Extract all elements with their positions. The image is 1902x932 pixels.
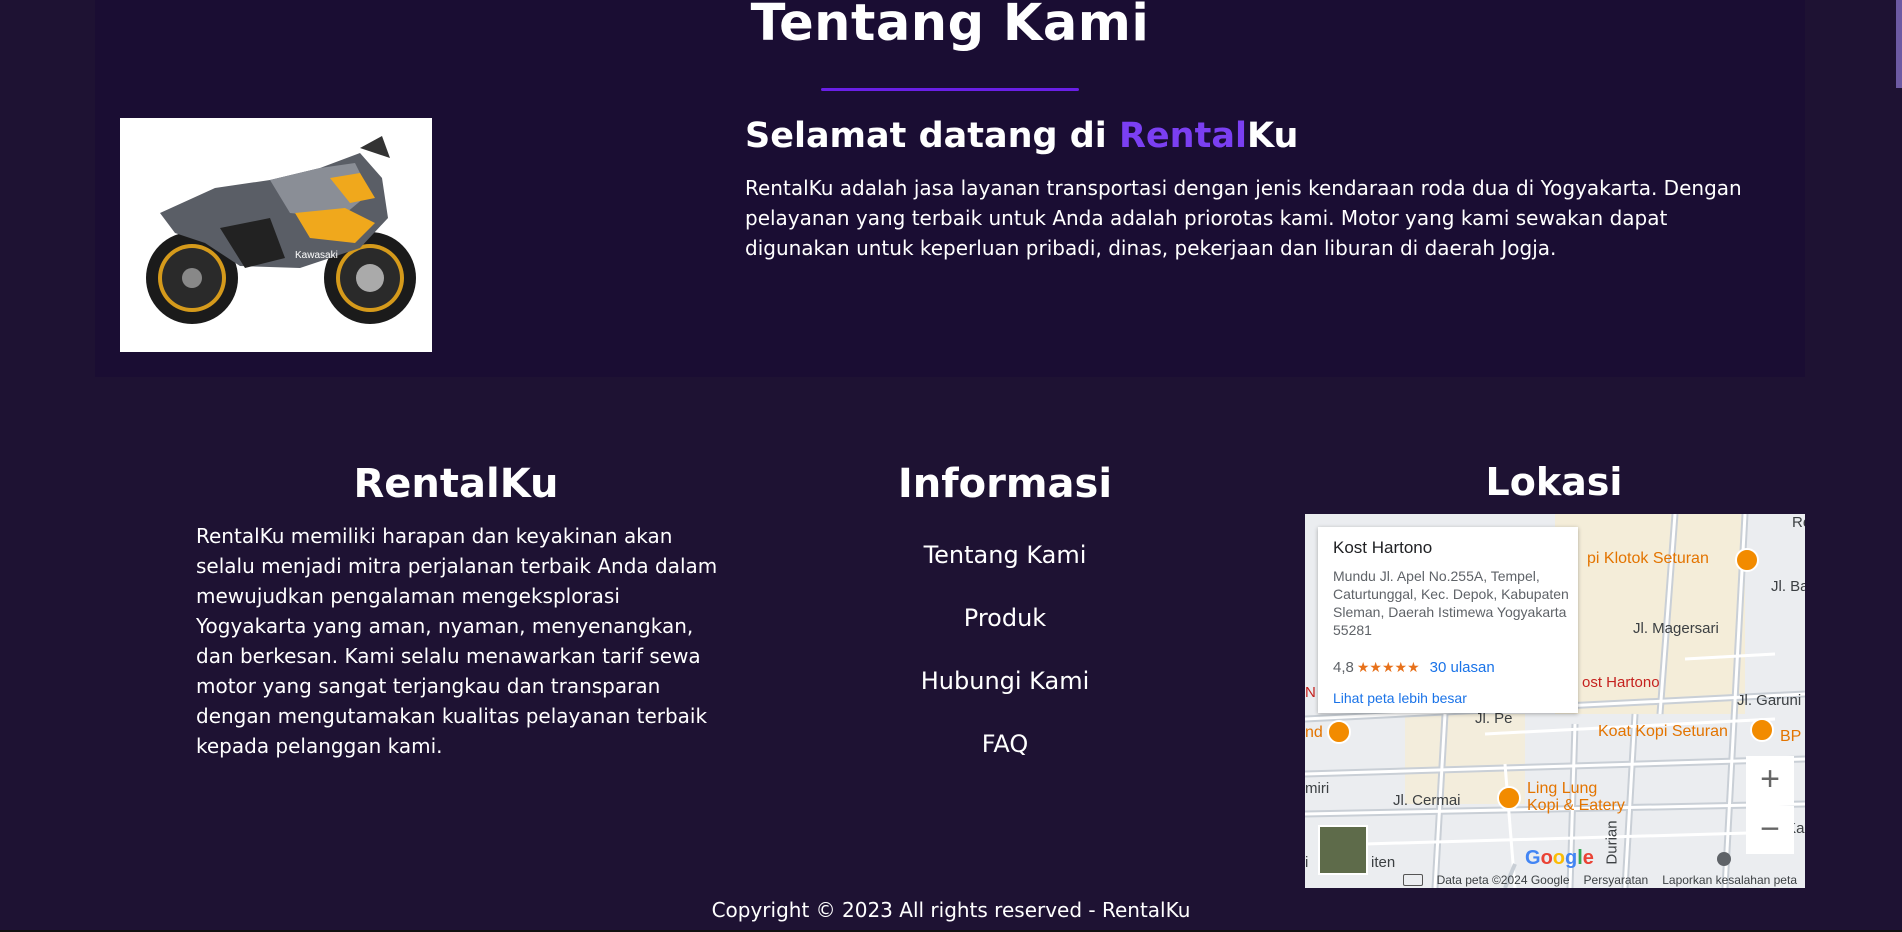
- cafe-pin-icon: [1327, 720, 1351, 744]
- zoom-out-button[interactable]: −: [1746, 806, 1794, 854]
- map-label-iten: iten: [1371, 854, 1396, 871]
- footer-info-title: Informasi: [897, 461, 1113, 507]
- map-poi-ling-lung-line2: Kopi & Eatery: [1527, 797, 1625, 814]
- place-rating: 4,8: [1333, 659, 1354, 676]
- restaurant-pin-icon: [1735, 548, 1759, 572]
- footer-link-hubungi-kami[interactable]: Hubungi Kami: [780, 667, 1230, 695]
- footer-brand-text: RentalKu memiliki harapan dan keyakinan …: [196, 524, 718, 758]
- logo-text: Kawasaki: [295, 250, 338, 261]
- map-poi-bp: BP: [1780, 728, 1802, 745]
- map-label-magersari: Jl. Magersari: [1633, 620, 1719, 637]
- map-report-link[interactable]: Laporkan kesalahan peta: [1662, 873, 1797, 887]
- place-rating-row: 4,8 ★★★★★ 30 ulasan: [1333, 659, 1495, 676]
- map-poi-ling-lung: Ling Lung Kopi & Eatery: [1527, 780, 1625, 814]
- map-label-kost-hartono: ost Hartono: [1582, 674, 1660, 691]
- welcome-heading: Selamat datang di RentalKu: [745, 116, 1298, 156]
- map-label-miri: miri: [1305, 780, 1330, 797]
- map-label-durian: Durian: [1603, 820, 1621, 865]
- map-data-credit: Data peta ©2024 Google: [1436, 873, 1570, 887]
- welcome-brand-suffix: Ku: [1246, 116, 1299, 156]
- map-footer: Data peta ©2024 Google Persyaratan Lapor…: [1305, 872, 1805, 888]
- footer-location-title: Lokasi: [1485, 460, 1623, 504]
- map-poi-klotok: pi Klotok Seturan: [1587, 550, 1709, 567]
- map-label-jl-ba: Jl. Ba: [1771, 578, 1805, 595]
- map-label-cermai: Jl. Cermai: [1393, 792, 1461, 809]
- place-name: Kost Hartono: [1333, 538, 1433, 557]
- about-description: RentalKu adalah jasa layanan transportas…: [745, 176, 1742, 260]
- map-label-i: i: [1305, 854, 1309, 871]
- motorcycle-image: Kawasaki: [120, 118, 432, 352]
- map-label-garuni: Jl. Garuni: [1737, 692, 1802, 709]
- about-section: Tentang Kami Kawasaki Selamat datang di …: [95, 0, 1805, 377]
- map-poi-koat-kopi: Koat Kopi Seturan: [1598, 723, 1728, 740]
- footer-link-tentang-kami[interactable]: Tentang Kami: [780, 541, 1230, 569]
- welcome-brand-accent: Rental: [1118, 116, 1247, 156]
- zoom-in-button[interactable]: +: [1746, 756, 1794, 804]
- map-terms-link[interactable]: Persyaratan: [1584, 873, 1649, 887]
- keyboard-shortcuts-icon[interactable]: [1402, 874, 1423, 886]
- map-label-n: N: [1305, 684, 1316, 701]
- google-logo: Google: [1525, 847, 1594, 869]
- place-address: Mundu Jl. Apel No.255A, Tempel, Caturtun…: [1333, 568, 1569, 638]
- location-map[interactable]: Re pi Klotok Seturan Jl. Ba Jl. Magersar…: [1305, 514, 1805, 888]
- copyright-text: Copyright © 2023 All rights reserved - R…: [711, 898, 1191, 922]
- welcome-prefix: Selamat datang di: [745, 116, 1119, 156]
- rating-stars-icon: ★★★★★: [1356, 659, 1420, 675]
- map-poi-nd: nd: [1305, 724, 1323, 741]
- motorcycle-illustration: Kawasaki: [146, 136, 416, 324]
- reviews-link[interactable]: 30 ulasan: [1430, 659, 1495, 676]
- footer-link-faq[interactable]: FAQ: [780, 730, 1230, 758]
- cafe-pin-icon: [1497, 786, 1521, 810]
- cafe-pin-icon: [1750, 718, 1774, 742]
- map-poi-ling-lung-line1: Ling Lung: [1527, 780, 1598, 797]
- page-scrollbar[interactable]: [1896, 0, 1902, 88]
- view-larger-map-link[interactable]: Lihat peta lebih besar: [1333, 690, 1467, 706]
- place-info-card: Kost Hartono Mundu Jl. Apel No.255A, Tem…: [1318, 527, 1578, 713]
- title-underline: [821, 88, 1079, 91]
- footer-link-produk[interactable]: Produk: [780, 604, 1230, 632]
- transit-icon: [1717, 852, 1731, 866]
- map-label-re: Re: [1792, 514, 1805, 531]
- satellite-toggle-button[interactable]: [1318, 825, 1368, 875]
- footer-brand-title: RentalKu: [353, 461, 559, 507]
- section-title: Tentang Kami: [750, 0, 1150, 53]
